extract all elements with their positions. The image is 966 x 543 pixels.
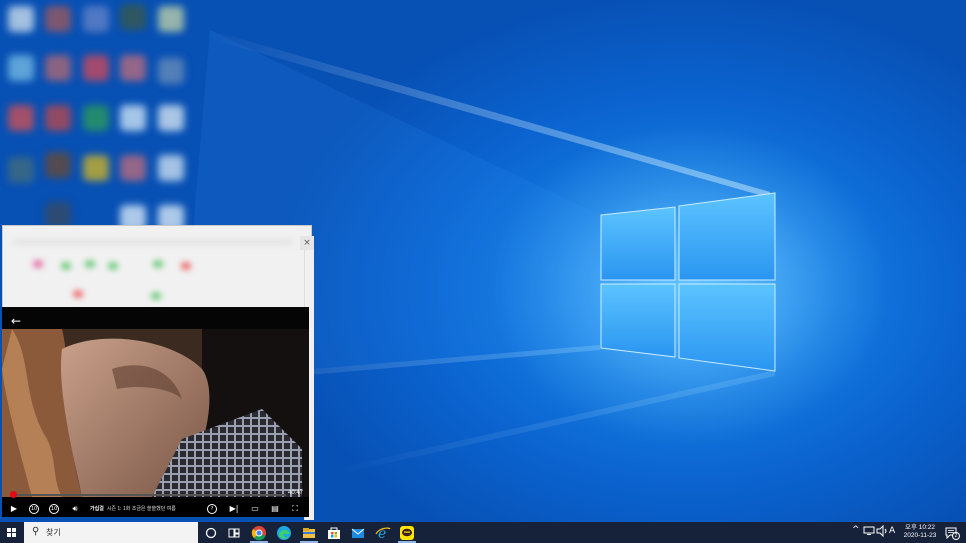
kakaotalk-icon[interactable] — [399, 525, 415, 541]
progress-bar[interactable] — [9, 491, 286, 498]
blurred-content — [3, 226, 311, 310]
desktop-icon[interactable] — [120, 4, 146, 30]
desktop-icon[interactable] — [83, 155, 109, 181]
network-icon[interactable] — [863, 525, 875, 540]
fullscreen-icon[interactable]: ⛶ — [289, 503, 301, 515]
internet-explorer-icon[interactable]: e — [375, 525, 391, 542]
desktop-icon[interactable] — [45, 6, 71, 32]
search-box[interactable]: ⚲ 찾기 — [24, 522, 198, 543]
forward-10-icon[interactable]: 10 — [49, 504, 59, 514]
episode-title: 가십걸 — [90, 506, 104, 512]
subtitles-icon[interactable]: ▤ — [268, 503, 282, 515]
desktop-icon[interactable] — [45, 152, 71, 178]
play-icon[interactable]: ▶ — [9, 503, 19, 515]
player-controls: ▶ 10 10 🔊︎ 가십걸 시즌 1: 1화 조금은 쓸쓸했던 여름 ? ▶| … — [2, 503, 309, 517]
background-window-blurred — [2, 225, 312, 311]
ime-indicator[interactable]: A — [889, 526, 895, 536]
show-hidden-icons-chevron[interactable]: ^ — [852, 525, 860, 535]
desktop-icon[interactable] — [8, 6, 34, 32]
desktop-icon[interactable] — [8, 157, 34, 183]
desktop-icon[interactable] — [45, 55, 71, 81]
video-frame[interactable] — [2, 329, 309, 497]
episodes-icon[interactable]: ▭ — [249, 503, 261, 515]
desktop-icon[interactable] — [158, 105, 184, 131]
volume-icon[interactable]: 🔊︎ — [69, 503, 81, 515]
desktop-icon[interactable] — [120, 55, 146, 81]
clock-date: 2020-11-23 — [903, 532, 937, 539]
desktop-icon[interactable] — [45, 105, 71, 131]
desktop-icon[interactable] — [83, 6, 109, 32]
desktop-icon[interactable] — [120, 155, 146, 181]
clock-time: 오후 10:22 — [904, 524, 936, 531]
episode-subtitle: 시즌 1: 1화 조금은 쓸쓸했던 여름 — [106, 506, 176, 512]
search-icon: ⚲ — [32, 526, 40, 537]
next-episode-icon[interactable]: ▶| — [228, 503, 240, 515]
desktop-icon[interactable] — [158, 6, 184, 32]
episode-info: 가십걸 시즌 1: 1화 조금은 쓸쓸했던 여름 — [90, 505, 176, 512]
desktop-icon[interactable] — [158, 58, 184, 84]
time-remaining: 40:47 — [288, 490, 304, 496]
rewind-10-icon[interactable]: 10 — [29, 504, 39, 514]
store-icon[interactable] — [326, 525, 342, 541]
file-explorer-icon[interactable] — [301, 525, 317, 541]
taskbar: ⚲ 찾기 e ^ A 오후 10:22 2020-11-23 2 — [0, 522, 966, 543]
volume-tray-icon[interactable] — [876, 524, 888, 540]
cortana-icon[interactable] — [203, 525, 219, 541]
desktop-icon[interactable] — [158, 155, 184, 181]
mail-icon[interactable] — [350, 525, 366, 541]
desktop-icon[interactable] — [83, 55, 109, 81]
desktop-icon[interactable] — [83, 105, 109, 131]
chrome-icon[interactable] — [251, 525, 267, 541]
video-still — [2, 329, 309, 497]
windows-start-icon[interactable] — [0, 522, 24, 543]
task-view-icon[interactable] — [226, 525, 242, 541]
desktop-icon[interactable] — [120, 105, 146, 131]
search-placeholder: 찾기 — [46, 528, 61, 537]
help-icon[interactable]: ? — [207, 504, 217, 514]
player-top-bar: ← — [2, 307, 309, 329]
progress-knob[interactable] — [9, 491, 17, 498]
arrow-left-icon[interactable]: ← — [11, 314, 25, 328]
taskbar-clock[interactable]: 오후 10:22 2020-11-23 — [898, 524, 942, 540]
desktop-icons-blurred — [0, 0, 200, 240]
notification-badge: 2 — [952, 532, 960, 540]
desktop-icon[interactable] — [8, 55, 34, 81]
video-player[interactable]: ← 40:47 ▶ 10 10 🔊︎ 가십걸 시즌 1: 1화 조금은 쓸쓸했던… — [2, 307, 309, 517]
desktop-icon[interactable] — [8, 105, 34, 131]
notification-center-icon[interactable]: 2 — [945, 526, 960, 540]
edge-icon[interactable] — [276, 525, 292, 541]
close-icon[interactable]: × — [300, 236, 314, 250]
